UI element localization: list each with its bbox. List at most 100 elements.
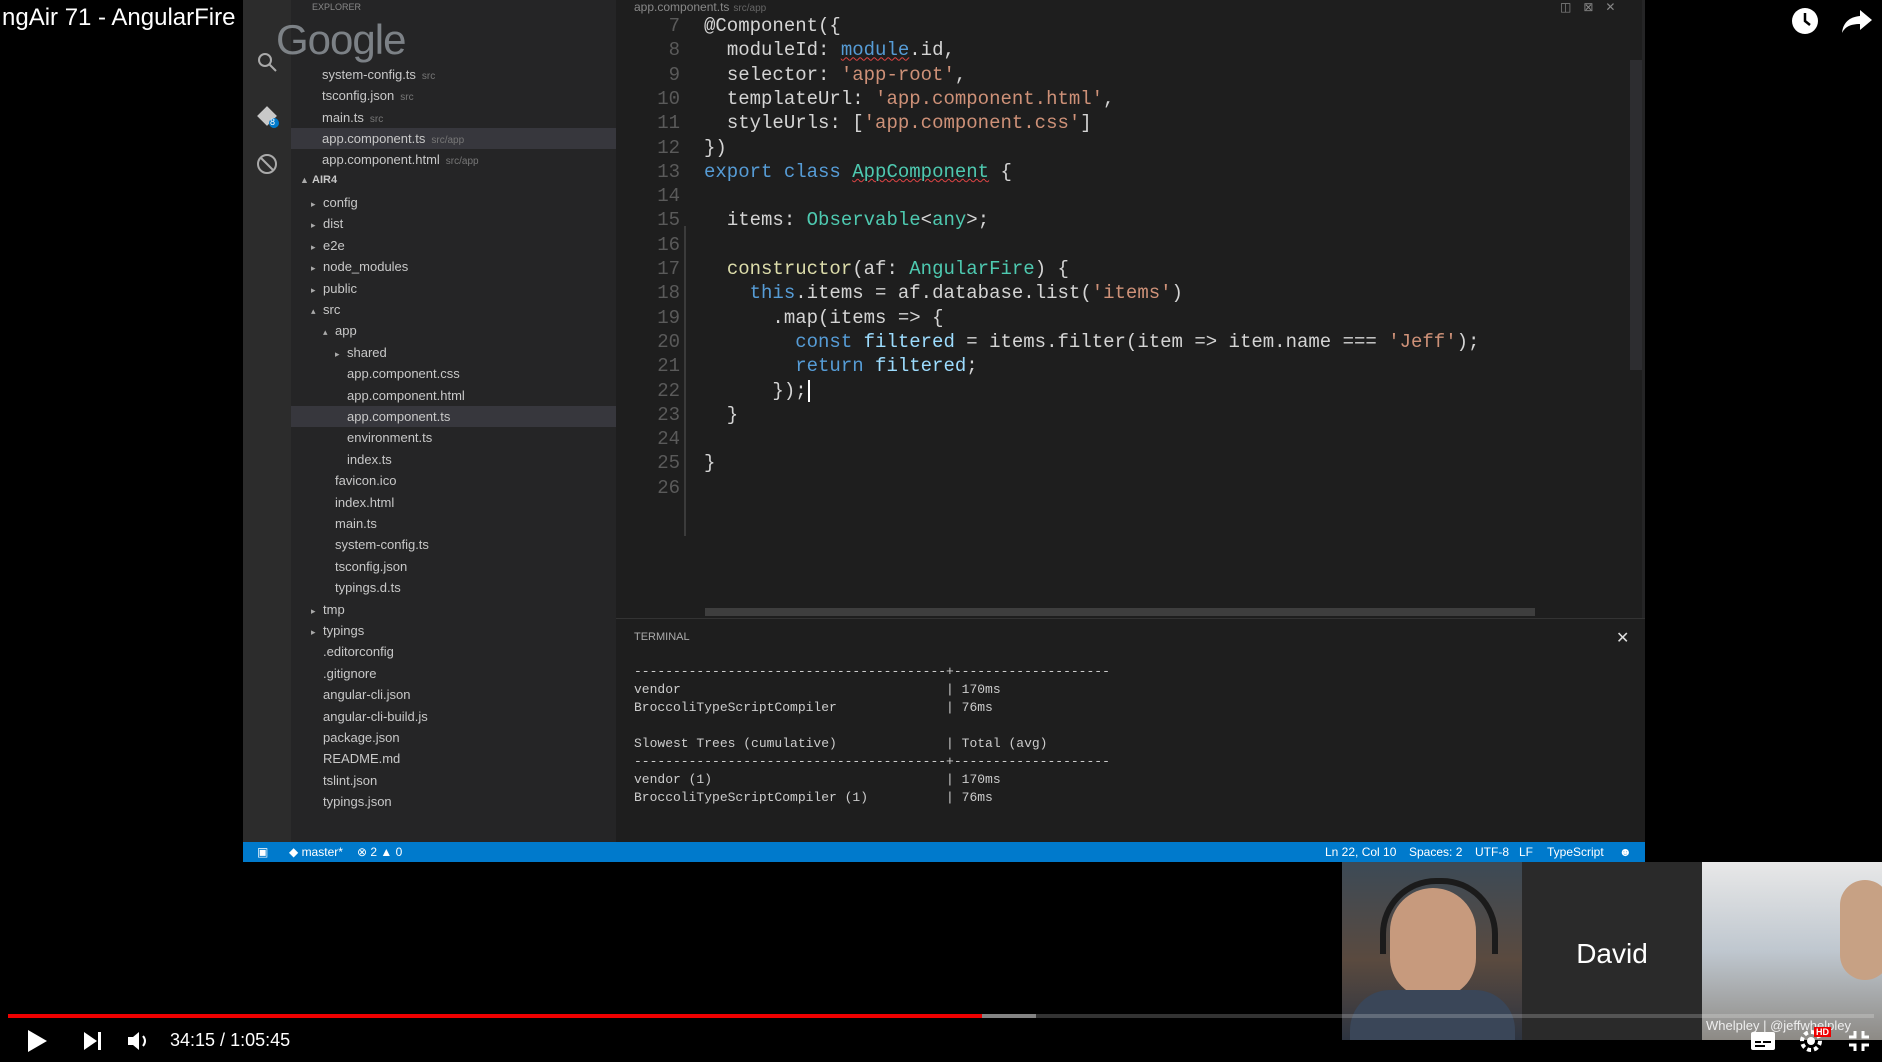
tree-item-label: tsconfig.json: [335, 558, 408, 574]
tree-folder[interactable]: ▸ config: [291, 192, 616, 213]
google-watermark: Google: [276, 16, 406, 63]
line-code: }): [704, 137, 727, 159]
volume-button[interactable]: [122, 1024, 156, 1058]
open-editor-item[interactable]: tsconfig.json src: [291, 85, 616, 106]
tree-file[interactable]: app.component.css: [291, 363, 616, 384]
settings-button[interactable]: HD: [1794, 1024, 1831, 1058]
tree-folder[interactable]: ▸ tmp: [291, 599, 616, 620]
tree-file[interactable]: favicon.ico: [291, 470, 616, 491]
terminal-line: vendor (1) | 170ms: [634, 772, 1001, 787]
tree-file[interactable]: main.ts: [291, 513, 616, 534]
exit-fullscreen-button[interactable]: [1842, 1024, 1876, 1058]
line-code: moduleId: module.id,: [704, 39, 955, 61]
language-mode[interactable]: TypeScript: [1547, 842, 1604, 862]
tree-folder[interactable]: ▸ shared: [291, 342, 616, 363]
indentation[interactable]: Spaces: 2: [1409, 842, 1462, 862]
file-path-hint: src: [421, 71, 436, 82]
next-button[interactable]: [76, 1024, 110, 1058]
open-editor-item[interactable]: main.ts src: [291, 107, 616, 128]
tree-folder[interactable]: ▸ typings: [291, 620, 616, 641]
tree-file[interactable]: typings.d.ts: [291, 577, 616, 598]
tree-folder[interactable]: ▸ e2e: [291, 235, 616, 256]
tree-file[interactable]: .editorconfig: [291, 641, 616, 662]
close-editor-icon[interactable]: ✕: [1605, 0, 1627, 14]
tree-folder[interactable]: ▸ dist: [291, 213, 616, 234]
open-editor-item[interactable]: system-config.ts src: [291, 64, 616, 85]
tree-file[interactable]: package.json: [291, 727, 616, 748]
code-token: 'items': [1091, 282, 1172, 305]
git-icon[interactable]: [255, 104, 279, 128]
captions-button[interactable]: [1746, 1024, 1780, 1058]
tree-file[interactable]: index.html: [291, 492, 616, 513]
terminal-panel[interactable]: [616, 618, 1645, 843]
tree-folder[interactable]: ▸ public: [291, 278, 616, 299]
code-token: selector: [726, 63, 819, 86]
tree-file[interactable]: .gitignore: [291, 663, 616, 684]
tree-item-label: dist: [323, 216, 344, 232]
tree-item-label: angular-cli.json: [323, 687, 411, 703]
split-editor-icon[interactable]: ◫: [1560, 0, 1583, 14]
line-code: });: [704, 379, 807, 402]
feedback-smiley-icon[interactable]: ☻: [1619, 842, 1632, 862]
caret-right-icon: ▸: [311, 263, 316, 274]
code-token: ;: [966, 355, 978, 378]
open-editor-item[interactable]: app.component.html src/app: [291, 149, 616, 170]
code-token: 'app.component.css': [863, 112, 1081, 135]
tree-folder[interactable]: ▴ app: [291, 320, 616, 341]
line-code: constructor(af: AngularFire) {: [704, 258, 1069, 280]
tree-file[interactable]: app.component.ts: [291, 406, 616, 427]
open-editor-item[interactable]: app.component.ts src/app: [291, 127, 616, 149]
tree-file[interactable]: typings.json: [291, 791, 616, 812]
code-token: ,: [943, 39, 955, 62]
tree-file[interactable]: index.ts: [291, 449, 616, 470]
code-token: =>: [1182, 330, 1229, 353]
share-icon[interactable]: [1840, 6, 1874, 36]
progress-played: [8, 1014, 983, 1018]
tree-file[interactable]: environment.ts: [291, 427, 616, 448]
tree-file[interactable]: angular-cli-build.js: [291, 706, 616, 727]
editor-actions[interactable]: ◫⊠✕: [1560, 0, 1627, 14]
problems-indicator[interactable]: ⊗ 2 ▲ 0: [357, 842, 402, 862]
tree-item-label: typings: [323, 623, 365, 638]
tree-file[interactable]: system-config.ts: [291, 534, 616, 555]
file-name: app.component.ts: [322, 130, 426, 146]
error-icon: ⊗: [357, 845, 371, 859]
code-token: : [: [829, 112, 864, 135]
caret-right-icon: ▸: [311, 241, 316, 252]
tree-folder[interactable]: ▸ node_modules: [291, 256, 616, 277]
vertical-scrollbar[interactable]: [1630, 60, 1642, 370]
tree-item-label: system-config.ts: [335, 537, 429, 553]
tree-folder[interactable]: ▴ src: [291, 299, 616, 320]
horizontal-scrollbar[interactable]: [705, 608, 1535, 616]
line-ending[interactable]: LF: [1519, 842, 1533, 862]
code-token: id: [920, 39, 944, 62]
file-name: main.ts: [322, 109, 364, 125]
git-badge: 8: [270, 117, 276, 127]
project-folder[interactable]: ▲ AIR4: [300, 170, 337, 191]
watch-later-icon[interactable]: [1790, 6, 1820, 36]
cursor-position[interactable]: Ln 22, Col 10: [1325, 842, 1396, 862]
warning-icon: ▲: [380, 845, 396, 859]
debug-icon[interactable]: [255, 152, 279, 176]
code-token: filtered: [875, 355, 967, 378]
encoding[interactable]: UTF-8: [1475, 842, 1509, 862]
code-token: ]: [1080, 112, 1092, 135]
tree-file[interactable]: angular-cli.json: [291, 684, 616, 705]
window-icon[interactable]: ▣: [257, 842, 268, 862]
toggle-layout-icon[interactable]: ⊠: [1583, 0, 1605, 14]
code-token: });: [704, 379, 807, 402]
close-icon[interactable]: ✕: [1616, 628, 1629, 648]
line-code: export class AppComponent {: [704, 161, 1012, 183]
play-button[interactable]: [20, 1024, 54, 1058]
tree-file[interactable]: README.md: [291, 748, 616, 769]
tree-file[interactable]: tsconfig.json: [291, 556, 616, 577]
code-line[interactable]: 26: [640, 474, 704, 503]
branch-indicator[interactable]: ◆ master*: [289, 842, 343, 862]
tree-file[interactable]: app.component.html: [291, 385, 616, 406]
tree-item-label: typings.d.ts: [335, 580, 401, 596]
tree-file[interactable]: tslint.json: [291, 770, 616, 791]
hd-badge: HD: [1814, 1027, 1831, 1037]
